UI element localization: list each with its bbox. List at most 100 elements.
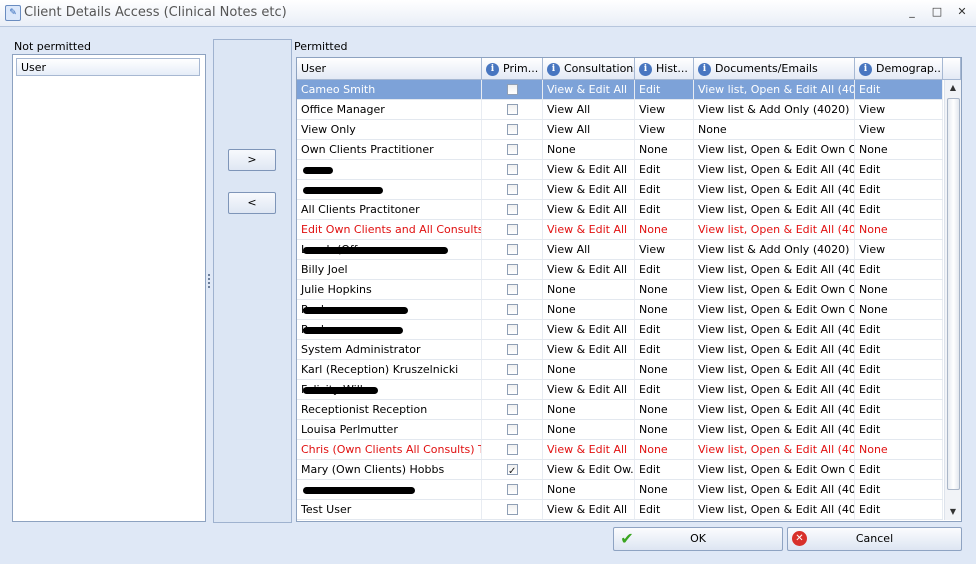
history-cell[interactable]: Edit bbox=[635, 320, 694, 339]
info-icon[interactable]: i bbox=[486, 62, 499, 76]
demographics-cell[interactable]: Edit bbox=[855, 400, 943, 419]
user-cell[interactable] bbox=[297, 480, 482, 499]
history-cell[interactable]: None bbox=[635, 360, 694, 379]
primary-checkbox[interactable] bbox=[507, 184, 518, 195]
demographics-cell[interactable]: None bbox=[855, 280, 943, 299]
documents-cell[interactable]: View list, Open & Edit All (4021) bbox=[694, 340, 855, 359]
primary-checkbox[interactable] bbox=[507, 324, 518, 335]
user-cell[interactable]: Chris (Own Clients All Consults) T... bbox=[297, 440, 482, 459]
table-row[interactable]: None None View list, Open & Edit All (4021… bbox=[297, 480, 943, 500]
table-row[interactable]: Mary (Own Clients) Hobbs View & Edit Ow..… bbox=[297, 460, 943, 480]
history-cell[interactable]: None bbox=[635, 300, 694, 319]
history-cell[interactable]: None bbox=[635, 440, 694, 459]
consultations-cell[interactable]: View & Edit All bbox=[543, 440, 635, 459]
demographics-cell[interactable]: Edit bbox=[855, 200, 943, 219]
not-permitted-list[interactable]: User bbox=[12, 54, 206, 522]
history-cell[interactable]: Edit bbox=[635, 460, 694, 479]
consultations-cell[interactable]: View & Edit All bbox=[543, 220, 635, 239]
primary-checkbox[interactable] bbox=[507, 424, 518, 435]
consultations-cell[interactable]: None bbox=[543, 300, 635, 319]
documents-cell[interactable]: View list, Open & Edit Own O... bbox=[694, 300, 855, 319]
history-cell[interactable]: Edit bbox=[635, 260, 694, 279]
primary-checkbox[interactable] bbox=[507, 504, 518, 515]
table-row[interactable]: Own Clients Practitioner None None View lis… bbox=[297, 140, 943, 160]
history-cell[interactable]: View bbox=[635, 100, 694, 119]
primary-checkbox[interactable] bbox=[507, 444, 518, 455]
demographics-cell[interactable]: Edit bbox=[855, 340, 943, 359]
history-cell[interactable]: Edit bbox=[635, 160, 694, 179]
consultations-cell[interactable]: View & Edit All bbox=[543, 340, 635, 359]
table-row[interactable]: Leach (Off View All View View list & Add On… bbox=[297, 240, 943, 260]
user-cell[interactable]: Test User bbox=[297, 500, 482, 519]
consultations-cell[interactable]: View & Edit All bbox=[543, 180, 635, 199]
documents-cell[interactable]: View list, Open & Edit All (4021) bbox=[694, 480, 855, 499]
user-cell[interactable]: Felicity Will bbox=[297, 380, 482, 399]
table-row[interactable]: Karl (Reception) Kruszelnicki None None Vie… bbox=[297, 360, 943, 380]
table-row[interactable]: Paula None None View list, Open & Edit Own … bbox=[297, 300, 943, 320]
table-row[interactable]: Chris (Own Clients All Consults) T... Vie… bbox=[297, 440, 943, 460]
history-cell[interactable]: Edit bbox=[635, 200, 694, 219]
documents-cell[interactable]: View list, Open & Edit Own O... bbox=[694, 460, 855, 479]
documents-cell[interactable]: View list, Open & Edit All (4021) bbox=[694, 80, 855, 99]
documents-cell[interactable]: View list, Open & Edit All (4021) bbox=[694, 440, 855, 459]
cancel-button[interactable]: ✕ Cancel bbox=[787, 527, 962, 551]
primary-checkbox[interactable] bbox=[507, 264, 518, 275]
user-cell[interactable]: Cameo Smith bbox=[297, 80, 482, 99]
documents-cell[interactable]: View list, Open & Edit All (4021) bbox=[694, 200, 855, 219]
remove-permission-button[interactable]: < bbox=[228, 192, 276, 214]
user-cell[interactable] bbox=[297, 160, 482, 179]
documents-cell[interactable]: View list, Open & Edit All (4021) bbox=[694, 180, 855, 199]
table-row[interactable]: Edit Own Clients and All Consults ... Vie… bbox=[297, 220, 943, 240]
table-row[interactable]: Louisa Perlmutter None None View list, Open… bbox=[297, 420, 943, 440]
demographics-cell[interactable]: None bbox=[855, 220, 943, 239]
demographics-cell[interactable]: Edit bbox=[855, 500, 943, 519]
consultations-cell[interactable]: None bbox=[543, 280, 635, 299]
not-permitted-user-header[interactable]: User bbox=[16, 58, 200, 76]
history-cell[interactable]: Edit bbox=[635, 340, 694, 359]
documents-cell[interactable]: View list, Open & Edit All (4021) bbox=[694, 380, 855, 399]
user-cell[interactable]: Receptionist Reception bbox=[297, 400, 482, 419]
table-row[interactable]: Cameo Smith View & Edit All Edit View list,… bbox=[297, 80, 943, 100]
info-icon[interactable]: i bbox=[547, 62, 560, 76]
demographics-cell[interactable]: None bbox=[855, 300, 943, 319]
table-row[interactable]: Felicity Will View & Edit All Edit View lis… bbox=[297, 380, 943, 400]
table-row[interactable]: View Only View All View None View bbox=[297, 120, 943, 140]
consultations-cell[interactable]: View All bbox=[543, 240, 635, 259]
documents-cell[interactable]: View list, Open & Edit All (4021) bbox=[694, 420, 855, 439]
primary-checkbox[interactable] bbox=[507, 204, 518, 215]
table-row[interactable]: View & Edit All Edit View list, Open & Edi… bbox=[297, 160, 943, 180]
user-cell[interactable]: Billy Joel bbox=[297, 260, 482, 279]
user-cell[interactable]: View Only bbox=[297, 120, 482, 139]
user-cell[interactable]: Office Manager bbox=[297, 100, 482, 119]
column-header-demographics[interactable]: i Demograp... bbox=[855, 58, 943, 80]
history-cell[interactable]: Edit bbox=[635, 80, 694, 99]
consultations-cell[interactable]: View & Edit All bbox=[543, 380, 635, 399]
primary-checkbox[interactable] bbox=[507, 384, 518, 395]
table-row[interactable]: Test User View & Edit All Edit View list, O… bbox=[297, 500, 943, 520]
history-cell[interactable]: None bbox=[635, 400, 694, 419]
primary-checkbox[interactable] bbox=[507, 144, 518, 155]
column-header-user[interactable]: User bbox=[297, 58, 482, 80]
primary-checkbox[interactable] bbox=[507, 164, 518, 175]
consultations-cell[interactable]: View All bbox=[543, 120, 635, 139]
demographics-cell[interactable]: Edit bbox=[855, 360, 943, 379]
splitter-grip[interactable] bbox=[207, 272, 211, 292]
user-cell[interactable]: Paula bbox=[297, 300, 482, 319]
demographics-cell[interactable]: Edit bbox=[855, 460, 943, 479]
user-cell[interactable]: All Clients Practitoner bbox=[297, 200, 482, 219]
primary-checkbox[interactable] bbox=[507, 344, 518, 355]
documents-cell[interactable]: View list & Add Only (4020) bbox=[694, 100, 855, 119]
consultations-cell[interactable]: View & Edit All bbox=[543, 80, 635, 99]
consultations-cell[interactable]: None bbox=[543, 140, 635, 159]
history-cell[interactable]: View bbox=[635, 240, 694, 259]
user-cell[interactable]: Mary (Own Clients) Hobbs bbox=[297, 460, 482, 479]
scroll-thumb[interactable] bbox=[947, 98, 960, 490]
primary-checkbox[interactable] bbox=[507, 284, 518, 295]
documents-cell[interactable]: View list, Open & Edit All (4021) bbox=[694, 400, 855, 419]
user-cell[interactable] bbox=[297, 180, 482, 199]
column-header-history[interactable]: i Hist... bbox=[635, 58, 694, 80]
demographics-cell[interactable]: View bbox=[855, 100, 943, 119]
documents-cell[interactable]: View list, Open & Edit All (4021) bbox=[694, 360, 855, 379]
user-cell[interactable]: Karl (Reception) Kruszelnicki bbox=[297, 360, 482, 379]
info-icon[interactable]: i bbox=[859, 62, 872, 76]
